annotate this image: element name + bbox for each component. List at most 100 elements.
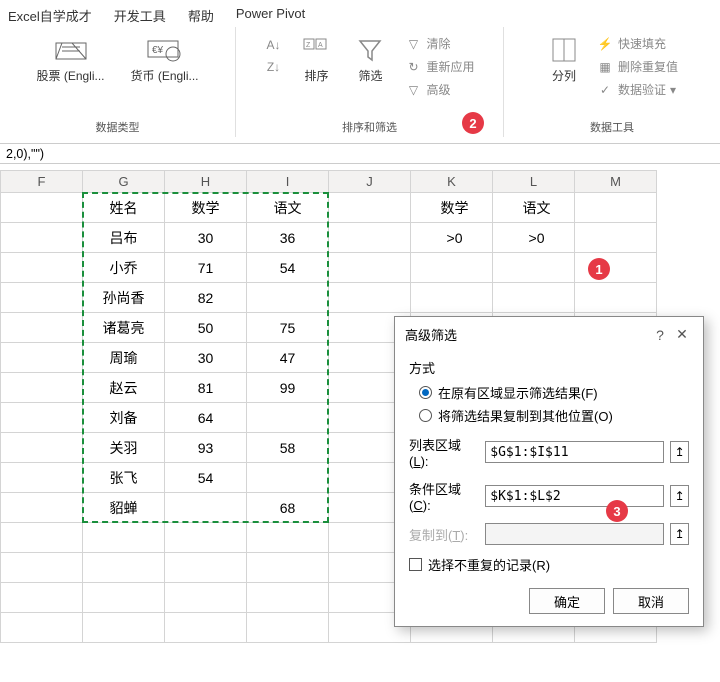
reapply-button[interactable]: ↻重新应用 (400, 56, 478, 77)
radio-copy-to[interactable]: 将筛选结果复制到其他位置(O) (419, 406, 689, 425)
cell-H5[interactable]: 50 (165, 313, 247, 343)
cell-I6[interactable]: 47 (247, 343, 329, 373)
currency-button[interactable]: €¥ 货币 (Engli... (121, 31, 209, 84)
col-header-M[interactable]: M (575, 171, 657, 193)
cell-J1[interactable] (329, 193, 411, 223)
cell-J2[interactable] (329, 223, 411, 253)
clear-filter-button[interactable]: ▽清除 (400, 33, 478, 54)
cell-H1[interactable]: 数学 (165, 193, 247, 223)
data-validation-button[interactable]: ✓数据验证 ▾ (592, 79, 682, 100)
cell-I7[interactable]: 99 (247, 373, 329, 403)
list-range-picker[interactable]: ↥ (670, 441, 689, 463)
cell-F12[interactable] (1, 523, 83, 553)
cell-G12[interactable] (83, 523, 165, 553)
cell-G14[interactable] (83, 583, 165, 613)
tab-developer[interactable]: 开发工具 (114, 6, 166, 25)
cell-I4[interactable] (247, 283, 329, 313)
cell-I15[interactable] (247, 613, 329, 643)
cell-F4[interactable] (1, 283, 83, 313)
text-to-columns-button[interactable]: 分列 (542, 31, 586, 84)
sort-desc-button[interactable]: Z↓ (260, 57, 286, 77)
cell-F3[interactable] (1, 253, 83, 283)
cell-H7[interactable]: 81 (165, 373, 247, 403)
cell-F13[interactable] (1, 553, 83, 583)
cell-I8[interactable] (247, 403, 329, 433)
cell-J3[interactable] (329, 253, 411, 283)
col-header-G[interactable]: G (83, 171, 165, 193)
col-header-F[interactable]: F (1, 171, 83, 193)
cell-G1[interactable]: 姓名 (83, 193, 165, 223)
cancel-button[interactable]: 取消 (613, 588, 689, 614)
cell-G5[interactable]: 诸葛亮 (83, 313, 165, 343)
sort-button[interactable]: ZA 排序 (292, 31, 340, 84)
stocks-button[interactable]: 股票 (Engli... (27, 31, 115, 84)
cell-F8[interactable] (1, 403, 83, 433)
cell-M2[interactable] (575, 223, 657, 253)
tab-powerpivot[interactable]: Power Pivot (236, 6, 305, 25)
col-header-I[interactable]: I (247, 171, 329, 193)
cell-I11[interactable]: 68 (247, 493, 329, 523)
cell-F1[interactable] (1, 193, 83, 223)
ok-button[interactable]: 确定 (529, 588, 605, 614)
cell-I10[interactable] (247, 463, 329, 493)
sort-asc-button[interactable]: A↓ (260, 35, 286, 55)
cell-M4[interactable] (575, 283, 657, 313)
cell-L4[interactable] (493, 283, 575, 313)
remove-duplicates-button[interactable]: ▦删除重复值 (592, 56, 682, 77)
advanced-filter-button[interactable]: ▽高级 (400, 79, 478, 100)
cell-I13[interactable] (247, 553, 329, 583)
cell-M3[interactable] (575, 253, 657, 283)
cell-F5[interactable] (1, 313, 83, 343)
cell-H14[interactable] (165, 583, 247, 613)
cell-G8[interactable]: 刘备 (83, 403, 165, 433)
cell-I9[interactable]: 58 (247, 433, 329, 463)
cell-J4[interactable] (329, 283, 411, 313)
copy-to-picker[interactable]: ↥ (670, 523, 689, 545)
tab-help[interactable]: 帮助 (188, 6, 214, 25)
cell-F10[interactable] (1, 463, 83, 493)
cell-L2[interactable]: >0 (493, 223, 575, 253)
cell-G9[interactable]: 关羽 (83, 433, 165, 463)
flash-fill-button[interactable]: ⚡快速填充 (592, 33, 682, 54)
cell-F2[interactable] (1, 223, 83, 253)
criteria-range-picker[interactable]: ↥ (670, 485, 689, 507)
cell-K4[interactable] (411, 283, 493, 313)
criteria-range-input[interactable] (485, 485, 664, 507)
cell-K3[interactable] (411, 253, 493, 283)
radio-filter-inplace[interactable]: 在原有区域显示筛选结果(F) (419, 383, 689, 402)
cell-H9[interactable]: 93 (165, 433, 247, 463)
unique-records-checkbox[interactable]: 选择不重复的记录(R) (409, 555, 689, 574)
cell-L3[interactable] (493, 253, 575, 283)
cell-H10[interactable]: 54 (165, 463, 247, 493)
cell-G11[interactable]: 貂蝉 (83, 493, 165, 523)
cell-F7[interactable] (1, 373, 83, 403)
cell-H15[interactable] (165, 613, 247, 643)
cell-F11[interactable] (1, 493, 83, 523)
cell-I1[interactable]: 语文 (247, 193, 329, 223)
cell-H2[interactable]: 30 (165, 223, 247, 253)
cell-G4[interactable]: 孙尚香 (83, 283, 165, 313)
cell-M1[interactable] (575, 193, 657, 223)
col-header-H[interactable]: H (165, 171, 247, 193)
cell-G7[interactable]: 赵云 (83, 373, 165, 403)
cell-G10[interactable]: 张飞 (83, 463, 165, 493)
cell-L1[interactable]: 语文 (493, 193, 575, 223)
cell-G15[interactable] (83, 613, 165, 643)
dialog-close-button[interactable]: ✕ (671, 326, 693, 343)
cell-I2[interactable]: 36 (247, 223, 329, 253)
col-header-L[interactable]: L (493, 171, 575, 193)
cell-G2[interactable]: 吕布 (83, 223, 165, 253)
cell-H6[interactable]: 30 (165, 343, 247, 373)
tab-addin[interactable]: Excel自学成才 (8, 6, 92, 25)
cell-G6[interactable]: 周瑜 (83, 343, 165, 373)
cell-I3[interactable]: 54 (247, 253, 329, 283)
cell-H8[interactable]: 64 (165, 403, 247, 433)
col-header-K[interactable]: K (411, 171, 493, 193)
cell-F15[interactable] (1, 613, 83, 643)
cell-G13[interactable] (83, 553, 165, 583)
cell-I12[interactable] (247, 523, 329, 553)
cell-G3[interactable]: 小乔 (83, 253, 165, 283)
dialog-help-button[interactable]: ? (649, 327, 671, 343)
col-header-J[interactable]: J (329, 171, 411, 193)
formula-bar[interactable]: 2,0),"") (0, 143, 720, 164)
